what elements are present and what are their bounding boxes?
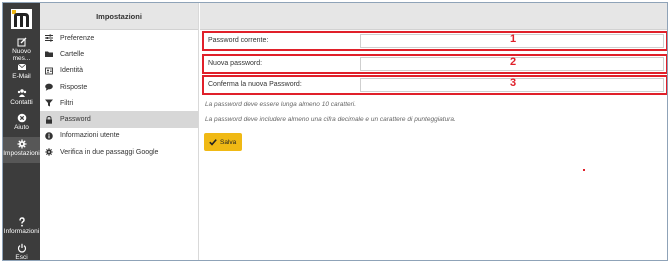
rail-label: Esci bbox=[15, 254, 28, 261]
menu-item-folders[interactable]: Cartelle bbox=[40, 46, 198, 62]
menu-item-label: Password bbox=[60, 116, 91, 124]
envelope-icon bbox=[17, 63, 26, 70]
menu-item-label: Informazioni utente bbox=[60, 132, 120, 140]
menu-item-identity[interactable]: Identità bbox=[40, 63, 198, 79]
check-icon bbox=[209, 139, 217, 146]
content-header bbox=[200, 3, 667, 30]
filter-icon bbox=[45, 99, 53, 107]
rail-label: Aiuto bbox=[14, 124, 29, 131]
rail-new-message[interactable]: Nuovo mes... bbox=[3, 35, 40, 62]
contacts-icon bbox=[17, 89, 26, 97]
menu-item-user-info[interactable]: Informazioni utente bbox=[40, 128, 198, 144]
menu-item-filters[interactable]: Filtri bbox=[40, 95, 198, 111]
rail-label: Impostazioni bbox=[3, 150, 40, 157]
rail-label: E-Mail bbox=[12, 73, 31, 80]
rail-contacts[interactable]: Contatti bbox=[3, 86, 40, 112]
red-dot bbox=[583, 169, 585, 171]
rail-email[interactable]: E-Mail bbox=[3, 60, 40, 86]
app-window: Nuovo mes... E-Mail Contatti Aiuto Impos… bbox=[2, 2, 668, 261]
compose-icon bbox=[17, 37, 26, 47]
menu-item-label: Verifica in due passaggi Google bbox=[60, 148, 159, 156]
menu-item-password[interactable]: Password bbox=[40, 111, 198, 128]
annotation-marker: 2 bbox=[510, 56, 517, 68]
save-button-label: Salva bbox=[220, 138, 237, 146]
rail-label: Informazioni bbox=[3, 228, 40, 235]
menu-item-label: Risposte bbox=[60, 83, 88, 91]
sliders-icon bbox=[45, 34, 53, 42]
question-icon bbox=[18, 217, 25, 227]
menu-item-label: Cartelle bbox=[60, 50, 85, 58]
gear-icon bbox=[17, 139, 26, 149]
menu-item-label: Identità bbox=[60, 67, 83, 75]
rail-help[interactable]: Aiuto bbox=[3, 111, 40, 137]
password-panel: Password corrente: 1 Nuova password: 2 C… bbox=[200, 3, 667, 260]
save-button[interactable]: Salva bbox=[204, 133, 242, 151]
help-circle-icon bbox=[17, 113, 26, 123]
menu-item-responses[interactable]: Risposte bbox=[40, 79, 198, 95]
app-logo bbox=[11, 9, 32, 29]
current-password-row: Password corrente: 1 bbox=[202, 31, 667, 51]
lock-icon bbox=[46, 115, 52, 124]
confirm-password-label: Conferma la nuova Password: bbox=[208, 81, 302, 88]
rail-logout[interactable]: Esci bbox=[3, 241, 40, 261]
folder-icon bbox=[45, 51, 53, 58]
settings-menu: Impostazioni Preferenze Cartelle Identit… bbox=[40, 3, 199, 260]
annotation-marker: 3 bbox=[510, 77, 517, 89]
confirm-password-row: Conferma la nuova Password: 3 bbox=[202, 75, 667, 95]
info-icon bbox=[45, 132, 53, 140]
menu-item-preferences[interactable]: Preferenze bbox=[40, 30, 198, 46]
rail-info[interactable]: Informazioni bbox=[3, 215, 40, 241]
password-length-hint: La password deve essere lunga almeno 10 … bbox=[205, 101, 357, 108]
new-password-row: Nuova password: 2 bbox=[202, 54, 667, 74]
annotation-marker: 1 bbox=[510, 33, 517, 45]
gear-icon bbox=[45, 148, 53, 156]
new-password-label: Nuova password: bbox=[208, 60, 263, 67]
password-charset-hint: La password deve includere almeno una ci… bbox=[205, 116, 456, 123]
power-icon bbox=[17, 243, 26, 253]
settings-menu-title: Impostazioni bbox=[40, 3, 198, 30]
app-rail: Nuovo mes... E-Mail Contatti Aiuto Impos… bbox=[3, 3, 40, 261]
menu-item-label: Preferenze bbox=[60, 34, 95, 42]
id-card-icon bbox=[45, 67, 53, 75]
current-password-label: Password corrente: bbox=[208, 37, 269, 44]
menu-item-label: Filtri bbox=[60, 99, 74, 107]
rail-settings[interactable]: Impostazioni bbox=[3, 137, 40, 163]
menu-item-two-step-google[interactable]: Verifica in due passaggi Google bbox=[40, 144, 198, 160]
rail-label: Contatti bbox=[10, 99, 33, 106]
speech-bubble-icon bbox=[45, 83, 53, 91]
